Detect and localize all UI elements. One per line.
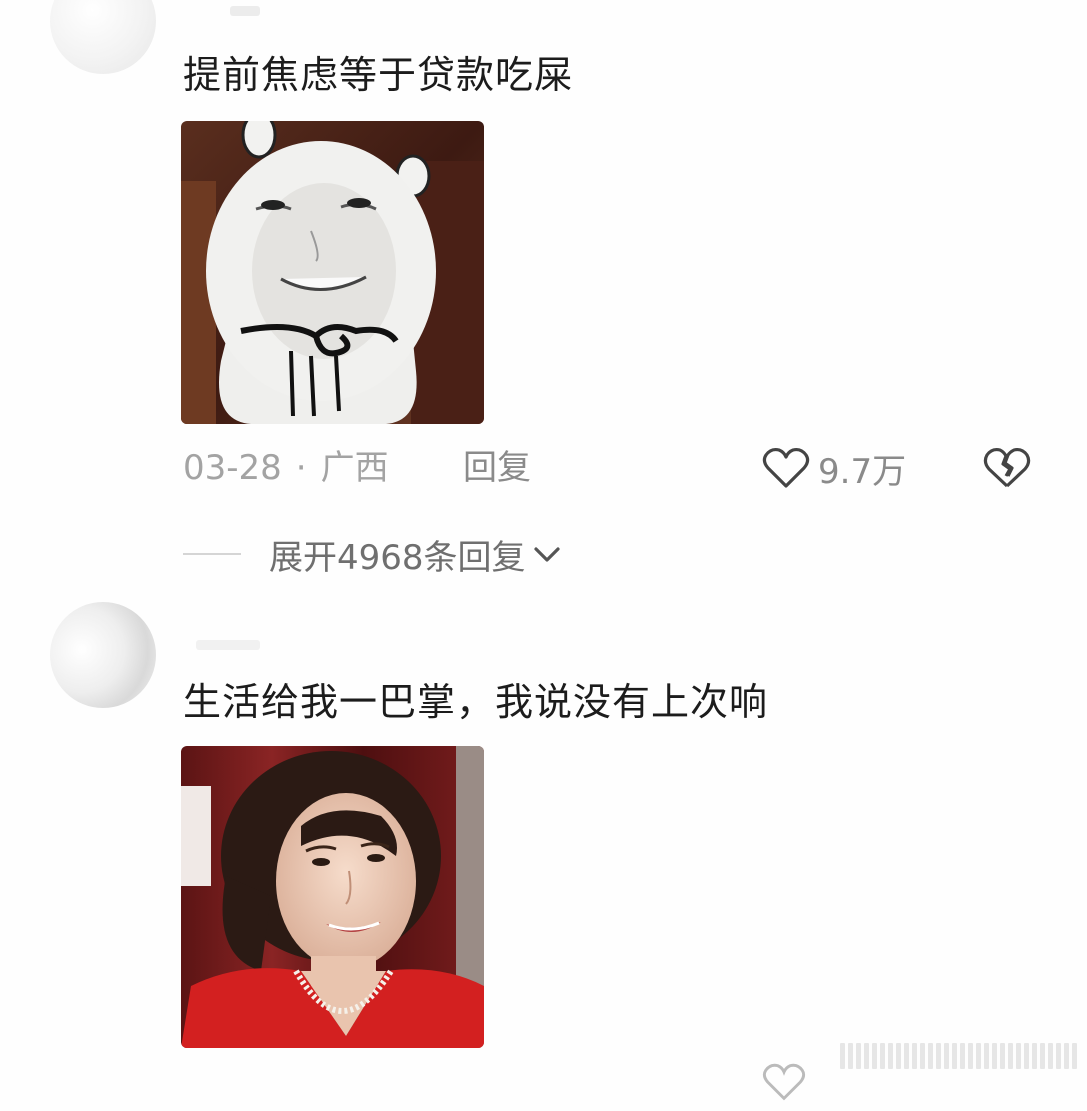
like-count: 9.7万 [818,451,907,492]
watermark [840,1043,1080,1071]
avatar[interactable] [50,0,156,74]
woman-photo-image [181,746,484,1048]
comment-date: 03-28 [183,448,282,488]
comment-location: 广西 [320,448,389,488]
avatar[interactable] [50,602,156,708]
reply-button[interactable]: 回复 [463,444,531,492]
comment-text: 提前焦虑等于贷款吃屎 [183,53,574,97]
heart-outline-icon [762,447,810,488]
comment-text: 生活给我一巴掌，我说没有上次响 [183,680,769,724]
comment-image-bunny-meme[interactable] [181,121,484,424]
like-button[interactable]: 9.7万 [762,444,906,492]
bunny-meme-image [181,121,484,424]
comment-meta: 03-28 · 广西 回复 [183,444,531,492]
heart-outline-icon [762,1063,806,1101]
username-placeholder[interactable] [196,640,260,650]
meta-separator: · [295,448,307,488]
divider-line [183,553,241,555]
username-placeholder[interactable] [230,6,260,16]
partial-like-button[interactable] [762,1062,806,1111]
expand-replies-button[interactable]: 展开4968条回复 [183,530,564,578]
comment-image-woman-photo[interactable] [181,746,484,1048]
dislike-button[interactable] [983,444,1031,492]
chevron-down-icon [533,547,560,562]
broken-heart-icon [983,447,1031,488]
expand-replies-label: 展开4968条回复 [269,537,526,578]
